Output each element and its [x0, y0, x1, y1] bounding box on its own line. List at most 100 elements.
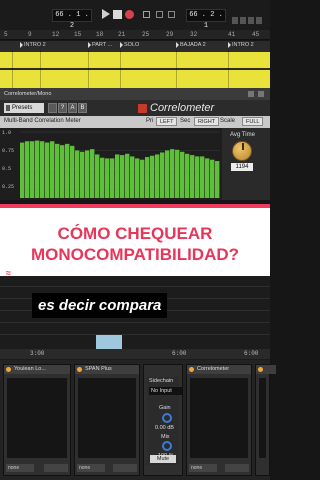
title-banner: CÓMO CHEQUEAR MONOCOMPATIBILIDAD? ≈ — [0, 204, 270, 278]
correlation-band-bar — [60, 145, 65, 198]
device-footer-select[interactable]: none — [77, 464, 105, 472]
meter-title: Multi-Band Correlation Meter — [4, 118, 81, 124]
help-icon[interactable]: ? — [58, 103, 67, 113]
correlation-band-bar — [30, 141, 35, 198]
locator[interactable]: BAJADA 2 — [176, 42, 206, 49]
loop-icon[interactable] — [143, 11, 150, 18]
device-footer-slot[interactable] — [113, 464, 137, 472]
ruler-mark: 21 — [118, 31, 126, 38]
correlation-band-bar — [115, 154, 120, 198]
device-utility[interactable]: Sidechain No Input Gain 0.00 dB Mix 100 … — [143, 364, 183, 476]
gain-value[interactable]: 0.00 dB — [155, 425, 174, 431]
device-title[interactable]: Correlometer — [187, 365, 251, 374]
song-position-display[interactable]: 66 . 1 . 2 — [52, 9, 92, 30]
mix-label: Mix — [161, 434, 170, 440]
correlation-band-bar — [95, 154, 100, 198]
secondary-channel-button[interactable]: RIGHT — [194, 117, 220, 126]
device-correlometer[interactable]: Correlometer none — [186, 364, 252, 476]
draw-mode-icon[interactable] — [156, 11, 163, 18]
stop-icon[interactable] — [113, 10, 122, 19]
device-display — [190, 378, 248, 458]
correlation-band-bar — [65, 143, 70, 198]
correlation-band-bar — [125, 153, 130, 198]
correlation-band-bar — [185, 153, 190, 198]
correlation-graph[interactable]: 1.0 0.75 0.5 0.25 — [0, 128, 222, 200]
y-axis-label: 0.5 — [2, 166, 12, 172]
ruler-mark: 18 — [96, 31, 104, 38]
time-ruler[interactable]: 3:00 6:00 6:00 — [0, 349, 270, 359]
scale-button[interactable]: FULL — [242, 117, 264, 126]
device-title[interactable] — [256, 365, 276, 374]
device-youlean[interactable]: Youlean Lo... none — [3, 364, 71, 476]
device-title[interactable]: Youlean Lo... — [4, 365, 70, 374]
grid-line — [228, 50, 229, 90]
avg-time-value[interactable]: 1194 — [231, 163, 253, 171]
banner-line-2: MONOCOMPATIBILIDAD? — [30, 245, 240, 264]
device-footer-select[interactable]: none — [6, 464, 34, 472]
device-title[interactable]: SPAN Plus — [75, 365, 139, 374]
locator[interactable]: INTRO 2 — [20, 42, 46, 49]
sidechain-input-select[interactable]: No Input — [149, 387, 183, 395]
sidechain-label: Sidechain — [149, 378, 174, 384]
automation-icon[interactable] — [168, 11, 175, 18]
correlation-band-bar — [20, 142, 25, 198]
device-display — [7, 378, 67, 458]
correlation-band-bar — [110, 158, 115, 198]
ruler-mark: 15 — [74, 31, 82, 38]
primary-label: Pri — [146, 118, 154, 124]
preset-a-button[interactable]: A — [68, 103, 77, 113]
correlation-band-bar — [100, 157, 105, 198]
device-footer-select[interactable]: none — [189, 464, 217, 472]
record-icon[interactable] — [125, 10, 134, 19]
bypass-icon[interactable] — [48, 103, 57, 113]
arrangement-tracks[interactable] — [0, 50, 270, 90]
correlation-band-bar — [165, 150, 170, 198]
correlation-band-bar — [130, 156, 135, 198]
correlation-band-bar — [50, 141, 55, 198]
correlation-band-bar — [160, 152, 165, 198]
track-divider — [0, 322, 270, 323]
selected-clip[interactable] — [96, 335, 122, 349]
correlation-band-bar — [70, 145, 75, 198]
meter-header: Multi-Band Correlation Meter Pri LEFT Se… — [0, 116, 270, 128]
grid-line — [176, 50, 177, 90]
close-icon[interactable] — [258, 91, 264, 97]
secondary-label: Sec — [180, 118, 191, 124]
grid-line — [40, 50, 41, 90]
preset-b-button[interactable]: B — [78, 103, 87, 113]
mute-button[interactable]: Mute — [150, 455, 176, 463]
ruler-mark: 45 — [252, 31, 260, 38]
correlation-band-bar — [55, 143, 60, 198]
minimize-icon[interactable] — [248, 91, 254, 97]
correlation-band-bar — [80, 151, 85, 198]
correlation-band-bar — [105, 158, 110, 198]
gain-knob[interactable] — [162, 413, 172, 423]
play-icon[interactable] — [102, 9, 110, 19]
correlation-band-bar — [90, 149, 95, 198]
plugin-window-title[interactable]: Correlometer/Mono — [0, 88, 270, 100]
transport-bar: 66 . 1 . 2 66 . 2 . 1 — [0, 0, 270, 30]
avg-time-knob[interactable] — [232, 141, 252, 161]
correlation-bars — [20, 131, 220, 198]
locator[interactable]: SOLO — [120, 42, 139, 49]
ruler-mark: 25 — [142, 31, 150, 38]
loop-position-display[interactable]: 66 . 2 . 1 — [186, 9, 226, 30]
device-next[interactable] — [255, 364, 276, 476]
correlation-band-bar — [200, 156, 205, 198]
correlation-band-bar — [195, 156, 200, 198]
beat-ruler[interactable]: 5 9 12 15 18 21 25 29 32 41 45 — [0, 30, 270, 40]
correlation-band-bar — [180, 151, 185, 198]
device-display — [259, 378, 266, 458]
lower-arrangement[interactable] — [0, 276, 270, 360]
device-span-plus[interactable]: SPAN Plus none — [74, 364, 140, 476]
device-footer-slot[interactable] — [225, 464, 249, 472]
utility-body: Sidechain No Input Gain 0.00 dB Mix 100 … — [147, 377, 183, 465]
mix-knob[interactable] — [162, 441, 172, 451]
ruler-mark: 9 — [28, 31, 32, 38]
primary-channel-button[interactable]: LEFT — [156, 117, 178, 126]
presets-button[interactable]: Presets — [4, 103, 44, 113]
transport-extra-icons[interactable] — [232, 11, 266, 24]
locator[interactable]: INTRO 2 — [228, 42, 254, 49]
device-footer-slot[interactable] — [44, 464, 68, 472]
locator[interactable]: PART ... — [88, 42, 112, 49]
